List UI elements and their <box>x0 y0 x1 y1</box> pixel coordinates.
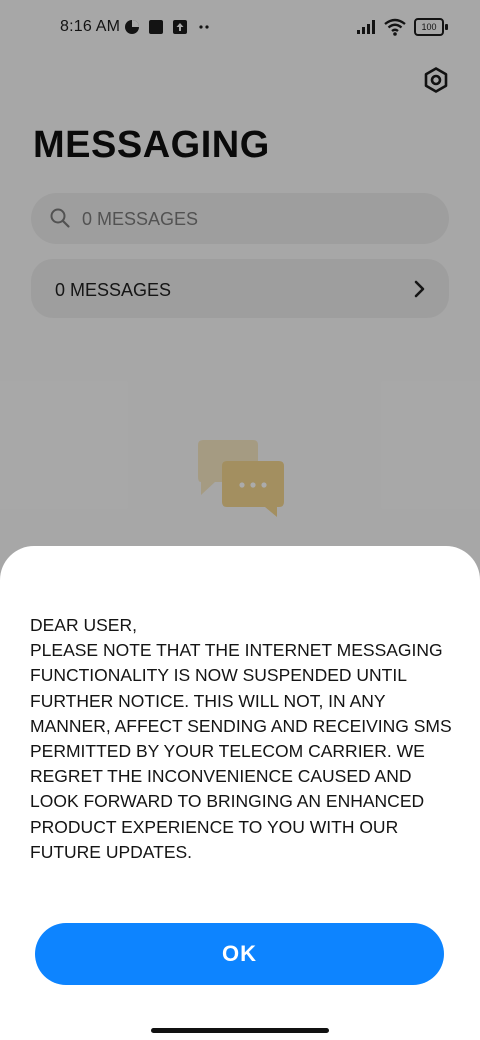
home-indicator[interactable] <box>151 1028 329 1033</box>
notice-dialog: DEAR USER, PLEASE NOTE THAT THE INTERNET… <box>0 546 480 1040</box>
notice-body: PLEASE NOTE THAT THE INTERNET MESSAGING … <box>30 640 452 862</box>
notice-text: DEAR USER, PLEASE NOTE THAT THE INTERNET… <box>30 613 458 865</box>
notice-greeting: DEAR USER, <box>30 615 137 635</box>
ok-button[interactable]: OK <box>35 923 444 985</box>
